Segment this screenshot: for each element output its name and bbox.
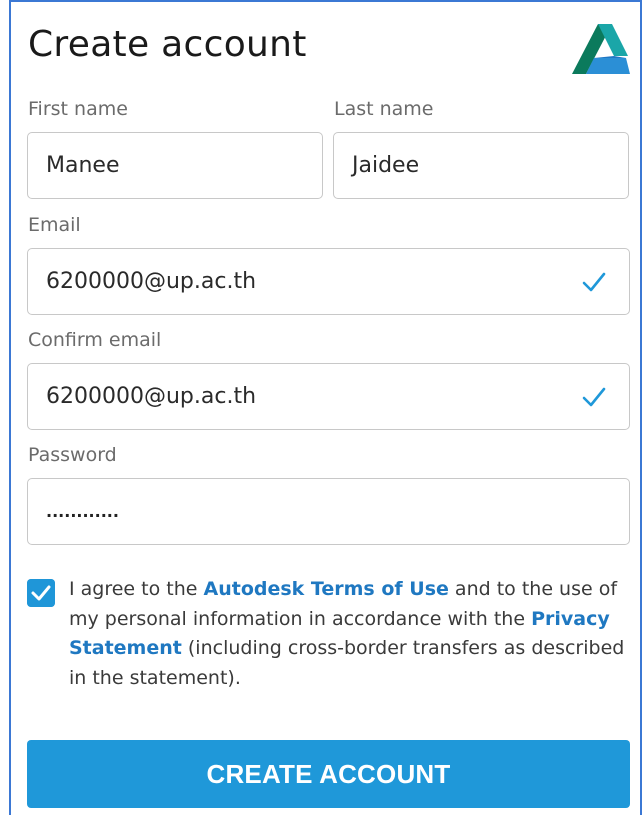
email-value: 6200000@up.ac.th bbox=[46, 269, 257, 294]
confirm-email-label: Confirm email bbox=[28, 329, 162, 351]
first-name-field[interactable]: Manee bbox=[27, 132, 323, 199]
agreement-text: I agree to the Autodesk Terms of Use and… bbox=[69, 575, 635, 693]
agreement-text-part1: I agree to the bbox=[69, 578, 204, 600]
email-field[interactable]: 6200000@up.ac.th bbox=[27, 248, 630, 315]
password-value: ............ bbox=[46, 502, 119, 521]
last-name-field[interactable]: Jaidee bbox=[333, 132, 629, 199]
confirm-email-field[interactable]: 6200000@up.ac.th bbox=[27, 363, 630, 430]
page-title: Create account bbox=[28, 24, 307, 65]
confirm-email-value: 6200000@up.ac.th bbox=[46, 384, 257, 409]
checkmark-icon bbox=[582, 387, 606, 406]
password-label: Password bbox=[28, 444, 117, 466]
email-label: Email bbox=[28, 214, 81, 236]
first-name-label: First name bbox=[28, 98, 128, 120]
first-name-value: Manee bbox=[46, 153, 120, 178]
password-field[interactable]: ............ bbox=[27, 478, 630, 545]
terms-of-use-link[interactable]: Autodesk Terms of Use bbox=[204, 578, 449, 600]
last-name-label: Last name bbox=[334, 98, 434, 120]
last-name-value: Jaidee bbox=[352, 153, 420, 178]
autodesk-logo-icon bbox=[572, 24, 630, 74]
checkmark-icon bbox=[582, 272, 606, 291]
create-account-button[interactable]: CREATE ACCOUNT bbox=[27, 740, 630, 808]
checkbox-checked-icon[interactable] bbox=[27, 579, 55, 607]
